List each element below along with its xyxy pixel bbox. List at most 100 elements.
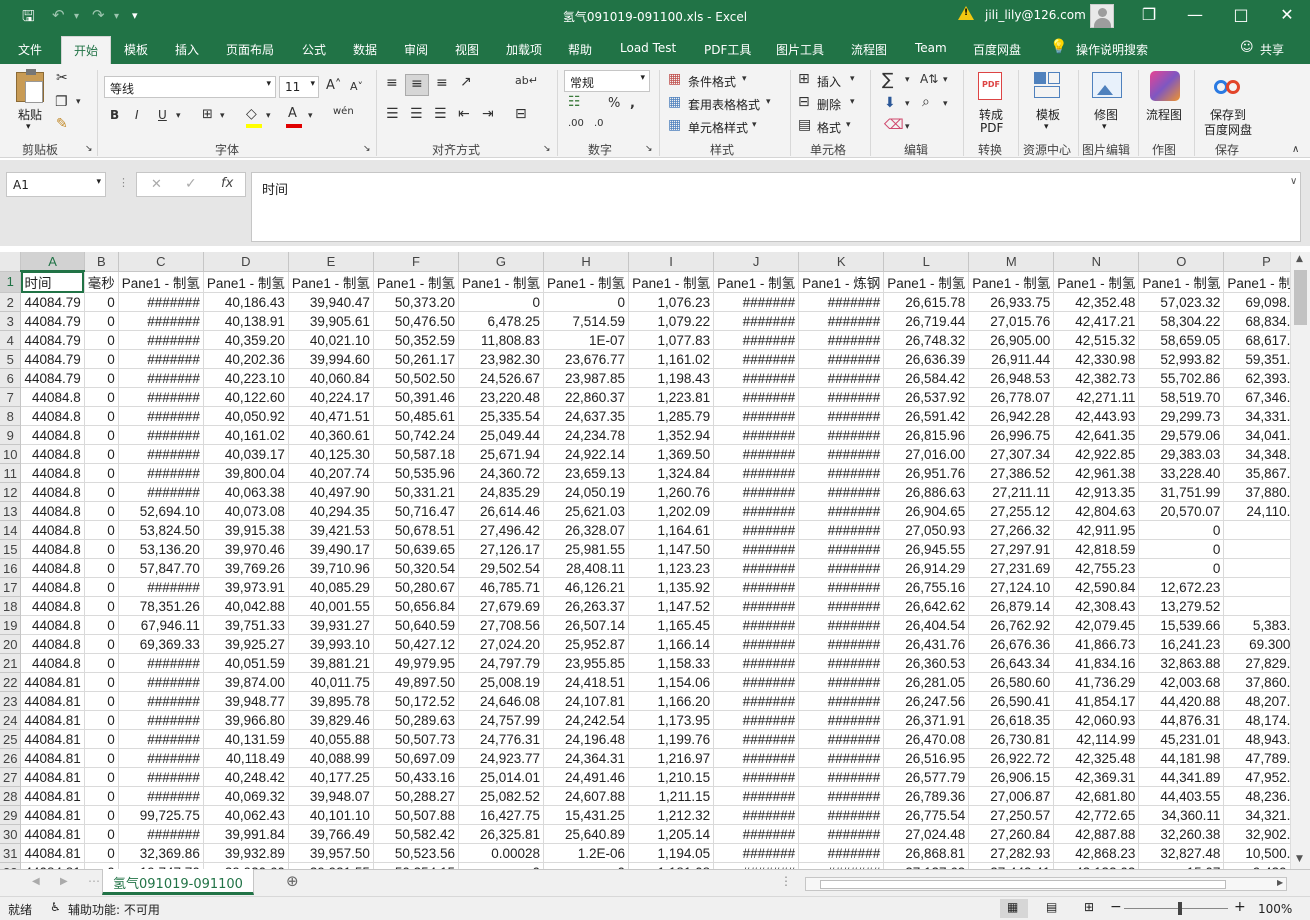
scroll-up-icon[interactable]: ▲: [1296, 254, 1303, 264]
increase-indent-icon[interactable]: ⇥: [482, 106, 494, 122]
cell[interactable]: 26,905.00: [968, 330, 1055, 350]
tab-pdf-tools[interactable]: PDF工具: [704, 41, 751, 58]
cell[interactable]: 1,154.06: [628, 672, 715, 692]
cell[interactable]: 40,063.38: [203, 482, 289, 502]
cell[interactable]: 50,502.50: [373, 368, 459, 388]
cell[interactable]: 26,942.28: [968, 406, 1055, 426]
row-header[interactable]: 20: [0, 634, 22, 654]
cell[interactable]: #######: [713, 672, 800, 692]
cell[interactable]: 时间: [20, 271, 85, 293]
cell[interactable]: 26,636.39: [883, 349, 970, 369]
cell[interactable]: 26,906.15: [968, 767, 1055, 787]
cell[interactable]: 24,364.31: [543, 748, 630, 768]
fill-color-icon[interactable]: ◇: [246, 106, 257, 122]
cell[interactable]: #######: [118, 672, 204, 692]
cell[interactable]: 23,220.48: [458, 387, 545, 407]
cell[interactable]: 23,955.85: [543, 653, 630, 673]
cell[interactable]: 40,177.25: [288, 767, 374, 787]
cell[interactable]: 44084.81: [20, 729, 85, 749]
cell[interactable]: 26,614.46: [458, 501, 545, 521]
cell[interactable]: 59,351.91: [1223, 349, 1290, 369]
tab-page-layout[interactable]: 页面布局: [226, 41, 274, 58]
cell[interactable]: 25,014.01: [458, 767, 545, 787]
cancel-icon[interactable]: ✕: [151, 177, 162, 192]
cell[interactable]: 1,077.83: [628, 330, 715, 350]
cell[interactable]: 39,973.91: [203, 577, 289, 597]
cell[interactable]: 48,943.81: [1223, 729, 1290, 749]
cell[interactable]: 40,497.90: [288, 482, 374, 502]
cell[interactable]: 50,716.47: [373, 501, 459, 521]
cell[interactable]: 26,951.76: [883, 463, 970, 483]
row-header[interactable]: 22: [0, 672, 22, 692]
cell[interactable]: 40,125.30: [288, 444, 374, 464]
cell[interactable]: 55,702.86: [1138, 368, 1225, 388]
cell[interactable]: 27,297.91: [968, 539, 1055, 559]
clear-icon[interactable]: ⌫: [884, 117, 904, 133]
tell-me-search[interactable]: 操作说明搜索: [1076, 41, 1148, 58]
cell[interactable]: 26,748.32: [883, 330, 970, 350]
accessibility-status[interactable]: 辅助功能: 不可用: [68, 901, 160, 918]
tab-insert[interactable]: 插入: [175, 41, 199, 58]
cell[interactable]: 1,210.15: [628, 767, 715, 787]
row-header[interactable]: 15: [0, 539, 22, 559]
cell[interactable]: 44084.79: [20, 349, 85, 369]
cell[interactable]: 32,827.48: [1138, 843, 1225, 863]
cell[interactable]: 15,539.66: [1138, 615, 1225, 635]
cell[interactable]: #######: [713, 786, 800, 806]
column-header[interactable]: A: [20, 252, 85, 272]
cell[interactable]: 48,207.41: [1223, 691, 1290, 711]
cell[interactable]: 39,991.84: [203, 824, 289, 844]
cell[interactable]: 11,808.83: [458, 330, 545, 350]
cell[interactable]: 39,874.00: [203, 672, 289, 692]
horizontal-scroll-thumb[interactable]: [820, 880, 1226, 889]
worksheet-grid[interactable]: ABCDEFGHIJKLMNOPQR 1时间毫秒Pane1 - 制氢Pane1 …: [0, 252, 1290, 869]
cell[interactable]: #######: [713, 368, 800, 388]
cell[interactable]: Pane1 - 制氢: [458, 271, 545, 293]
cell[interactable]: 26,676.36: [968, 634, 1055, 654]
cell[interactable]: 27,024.20: [458, 634, 545, 654]
cell[interactable]: 1,205.14: [628, 824, 715, 844]
cell[interactable]: 0: [84, 843, 119, 863]
row-header[interactable]: 16: [0, 558, 22, 578]
autosum-icon[interactable]: ∑: [882, 70, 893, 90]
borders-dropdown-icon[interactable]: ▾: [220, 111, 225, 121]
cell[interactable]: 0: [84, 292, 119, 312]
cell[interactable]: 44084.8: [20, 520, 85, 540]
name-box[interactable]: A1 ▾: [6, 172, 106, 197]
cell[interactable]: 26,762.92: [968, 615, 1055, 635]
cell[interactable]: 44,420.88: [1138, 691, 1225, 711]
cell[interactable]: #######: [798, 387, 885, 407]
cell[interactable]: #######: [118, 425, 204, 445]
cell[interactable]: 16,427.75: [458, 805, 545, 825]
cell[interactable]: #######: [713, 691, 800, 711]
expand-formula-icon[interactable]: ∨: [1290, 176, 1297, 187]
cell[interactable]: 39,948.77: [203, 691, 289, 711]
cell[interactable]: 27,250.57: [968, 805, 1055, 825]
cell[interactable]: 1,164.61: [628, 520, 715, 540]
row-header[interactable]: 2: [0, 292, 22, 312]
more-sheets-icon[interactable]: ⋯: [88, 874, 100, 888]
formula-input[interactable]: 时间: [251, 172, 1301, 242]
column-header[interactable]: E: [288, 252, 374, 272]
cell[interactable]: 46,785.71: [458, 577, 545, 597]
cell[interactable]: 40,138.91: [203, 311, 289, 331]
format-as-table-button[interactable]: 套用表格格式: [688, 96, 760, 113]
cell[interactable]: Pane1 - 制氢: [288, 271, 374, 293]
cell[interactable]: 29,502.54: [458, 558, 545, 578]
cell[interactable]: 0: [84, 767, 119, 787]
font-size-select[interactable]: 11 ▾: [279, 76, 319, 98]
cell[interactable]: 26,815.96: [883, 425, 970, 445]
cell[interactable]: 32,902.84: [1223, 824, 1290, 844]
insert-function-icon[interactable]: fx: [221, 176, 233, 191]
cell[interactable]: 10,500.74: [1223, 843, 1290, 863]
cell[interactable]: 69.30057: [1223, 634, 1290, 654]
cell[interactable]: #######: [713, 463, 800, 483]
cell[interactable]: 24,360.72: [458, 463, 545, 483]
cell[interactable]: 26,719.44: [883, 311, 970, 331]
cell[interactable]: 24,646.08: [458, 691, 545, 711]
cell[interactable]: 39,970.46: [203, 539, 289, 559]
cell[interactable]: 26,577.79: [883, 767, 970, 787]
zoom-slider-thumb[interactable]: [1178, 902, 1182, 915]
normal-view-button[interactable]: ▦: [1000, 899, 1028, 918]
row-header[interactable]: 26: [0, 748, 22, 768]
